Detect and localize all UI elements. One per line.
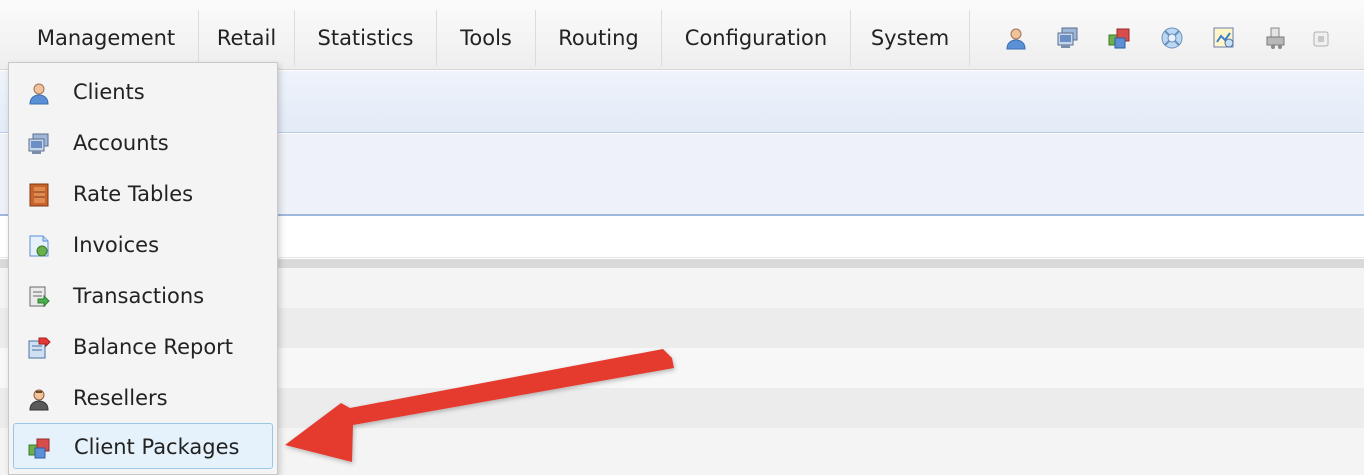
dropdown-item-label: Invoices xyxy=(73,233,160,257)
invoice-icon xyxy=(27,234,51,258)
dropdown-item-balance-report[interactable]: Balance Report xyxy=(13,324,273,370)
dropdown-item-transactions[interactable]: Transactions xyxy=(13,273,273,319)
globe-icon[interactable] xyxy=(1160,26,1184,50)
dropdown-item-accounts[interactable]: Accounts xyxy=(13,120,273,166)
menu-separator xyxy=(969,10,970,66)
dropdown-item-rate-tables[interactable]: Rate Tables xyxy=(13,171,273,217)
dropdown-item-label: Resellers xyxy=(73,386,168,410)
dropdown-item-label: Balance Report xyxy=(73,335,234,359)
small-box-icon[interactable] xyxy=(1312,30,1330,48)
balance-report-icon xyxy=(27,336,51,360)
report-map-icon[interactable] xyxy=(1212,26,1236,50)
accounts-icon xyxy=(27,132,51,156)
dropdown-item-label: Clients xyxy=(73,80,145,104)
management-dropdown: Clients Accounts Rate Tables Invoices Tr… xyxy=(8,62,278,475)
client-user-icon xyxy=(27,81,51,105)
client-user-icon[interactable] xyxy=(1004,26,1028,50)
menu-retail[interactable]: Retail xyxy=(199,10,294,66)
menu-management[interactable]: Management xyxy=(14,10,198,66)
dropdown-item-label: Rate Tables xyxy=(73,182,194,206)
menu-statistics[interactable]: Statistics xyxy=(295,10,436,66)
menu-routing[interactable]: Routing xyxy=(536,10,661,66)
transactions-icon xyxy=(27,285,51,309)
reseller-icon xyxy=(27,387,51,411)
rate-book-icon xyxy=(27,183,51,207)
packages-icon xyxy=(28,436,52,460)
accounts-icon[interactable] xyxy=(1056,26,1080,50)
dropdown-item-invoices[interactable]: Invoices xyxy=(13,222,273,268)
dropdown-item-clients[interactable]: Clients xyxy=(13,69,273,115)
dropdown-item-label: Transactions xyxy=(73,284,205,308)
packages-icon[interactable] xyxy=(1108,26,1132,50)
main-menu-bar: Management Retail Statistics Tools Routi… xyxy=(0,0,1364,70)
menu-configuration[interactable]: Configuration xyxy=(662,10,850,66)
dropdown-item-label: Accounts xyxy=(73,131,169,155)
dropdown-item-client-packages[interactable]: Client Packages xyxy=(13,423,273,469)
printer-icon[interactable] xyxy=(1264,26,1288,50)
menu-system[interactable]: System xyxy=(851,10,969,66)
menu-tools[interactable]: Tools xyxy=(437,10,535,66)
dropdown-item-label: Client Packages xyxy=(74,435,240,459)
dropdown-item-resellers[interactable]: Resellers xyxy=(13,375,273,421)
